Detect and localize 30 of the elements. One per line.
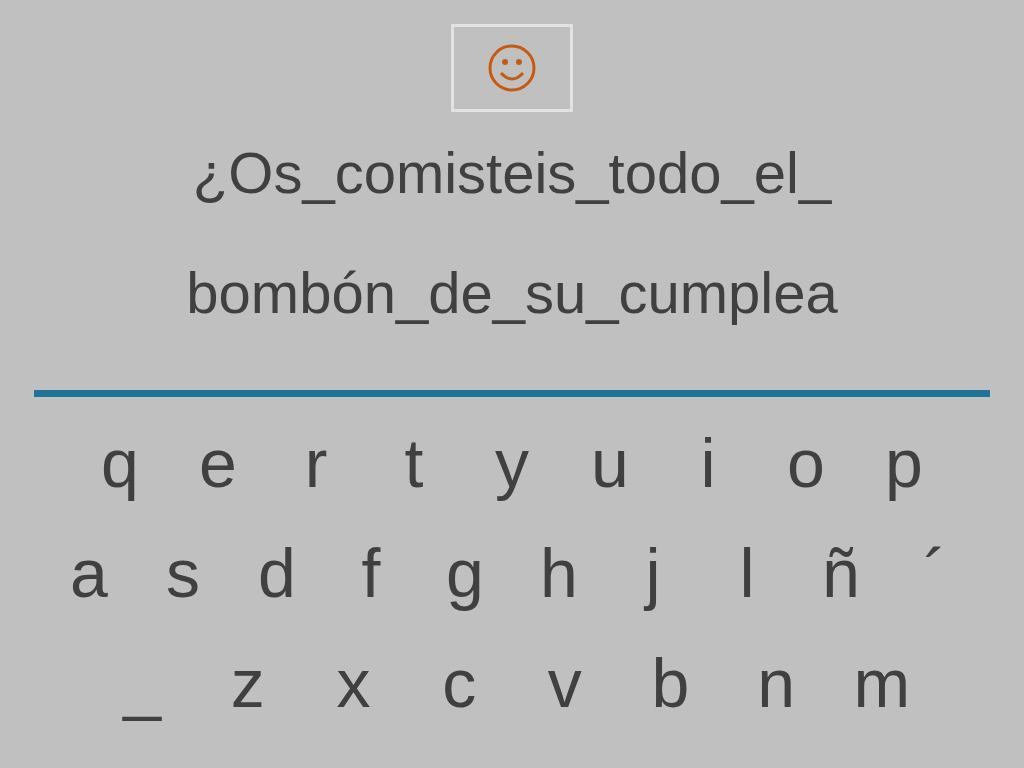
letter-key[interactable]: p: [855, 413, 953, 513]
letter-key[interactable]: t: [365, 413, 463, 513]
letter-key[interactable]: f: [324, 523, 418, 623]
smiley-button[interactable]: [451, 24, 573, 112]
letter-key[interactable]: n: [723, 633, 830, 733]
letter-key[interactable]: j: [606, 523, 700, 623]
smiley-icon: [487, 43, 537, 93]
letter-key[interactable]: i: [659, 413, 757, 513]
letter-key[interactable]: l: [700, 523, 794, 623]
letter-key[interactable]: s: [136, 523, 230, 623]
letter-key[interactable]: r: [267, 413, 365, 513]
letter-key[interactable]: d: [230, 523, 324, 623]
letter-key[interactable]: c: [406, 633, 512, 733]
letter-key[interactable]: x: [300, 633, 407, 733]
letter-key[interactable]: v: [512, 633, 618, 733]
letter-key[interactable]: e: [169, 413, 267, 513]
letter-key[interactable]: ñ: [794, 523, 888, 623]
letter-key[interactable]: o: [757, 413, 855, 513]
letter-key[interactable]: y: [463, 413, 561, 513]
letter-key[interactable]: z: [194, 633, 301, 733]
letter-key[interactable]: q: [71, 413, 169, 513]
letter-key[interactable]: u: [561, 413, 659, 513]
sentence-text: ¿Os_comisteis_todo_el_: [192, 144, 832, 202]
letter-key[interactable]: a: [42, 523, 136, 623]
letter-key[interactable]: h: [512, 523, 606, 623]
letter-key[interactable]: m: [829, 633, 935, 733]
letter-key[interactable]: g: [418, 523, 512, 623]
letter-key[interactable]: b: [617, 633, 724, 733]
letter-key[interactable]: _: [89, 633, 195, 733]
letter-key[interactable]: ´: [888, 523, 982, 623]
